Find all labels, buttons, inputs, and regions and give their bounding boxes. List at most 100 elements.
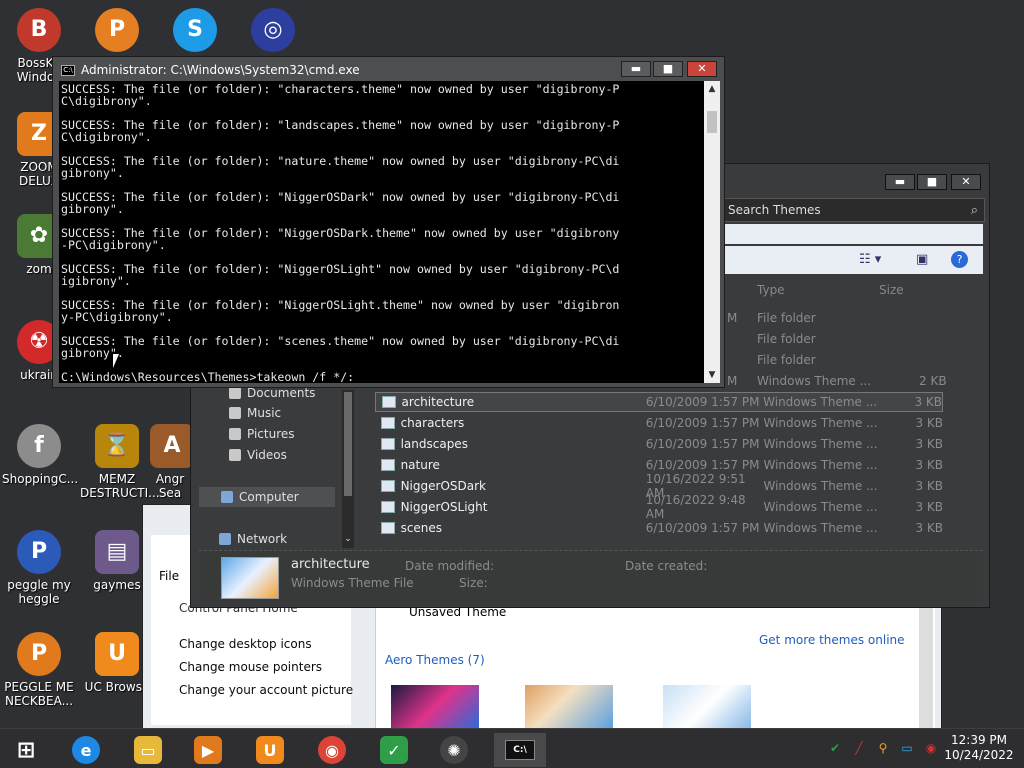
file-row-niggeroslight[interactable]: NiggerOSLight 10/16/2022 9:48 AM Windows… <box>375 493 943 521</box>
file-type: Windows Theme ... <box>763 479 878 493</box>
scroll-up-icon[interactable]: ▲ <box>704 81 720 97</box>
explorer-close-button[interactable]: ✕ <box>951 174 981 190</box>
theme-thumbnail[interactable] <box>663 685 751 729</box>
documents-icon <box>229 387 241 399</box>
file-menu[interactable]: File <box>159 569 179 583</box>
explorer-minimize-button[interactable]: ▬ <box>885 174 915 190</box>
desktop-icon-label: PEGGLE ME NECKBEA... <box>4 680 74 708</box>
cmd-console-output[interactable]: SUCCESS: The file (or folder): "characte… <box>59 81 704 383</box>
help-icon[interactable]: ? <box>951 251 968 268</box>
console-line: SUCCESS: The file (or folder): "scenes.t… <box>61 334 620 348</box>
file-size: 3 KB <box>915 437 943 451</box>
nav-documents[interactable]: Documents <box>229 386 315 400</box>
desktop-icon-label: Angr Sea <box>155 472 185 500</box>
nav-music[interactable]: Music <box>229 406 281 420</box>
details-pane: architecture Windows Theme File Date mod… <box>199 550 983 602</box>
toolbar-band <box>721 246 983 274</box>
shield-tray-icon[interactable]: ✔ <box>828 741 842 755</box>
chrome-icon: ◉ <box>318 736 346 764</box>
desktop-icon-peggle-top[interactable]: P <box>80 8 154 56</box>
desktop-icon-memz[interactable]: ⌛ MEMZ DESTRUCTI... <box>80 424 160 500</box>
theme-thumbnail[interactable] <box>525 685 613 729</box>
nav-videos[interactable]: Videos <box>229 448 287 462</box>
webcam-tray-icon[interactable]: ◉ <box>924 741 938 755</box>
taskbar-file-explorer[interactable]: ▭ <box>122 733 174 767</box>
cmd-close-button[interactable]: ✕ <box>687 61 717 77</box>
file-row-scenes[interactable]: scenes 6/10/2009 1:57 PM Windows Theme .… <box>375 518 943 538</box>
taskbar: ⊞ e ▭ ▶ U ◉ ✓ ✺ C:\ ✔ ╱ ⚲ ▭ ◉ 12:39 PM 1… <box>0 728 1024 768</box>
display-tray-icon[interactable]: ▭ <box>900 741 914 755</box>
cmd-title-bar[interactable]: C:\ Administrator: C:\Windows\System32\c… <box>61 63 360 77</box>
details-file-name: architecture <box>291 557 370 572</box>
view-options-icon[interactable]: ☷ ▾ <box>859 252 881 267</box>
console-line: C\digibrony". <box>61 130 152 144</box>
preview-pane-icon[interactable]: ▣ <box>916 252 928 267</box>
desktop-icon-skype[interactable]: S <box>158 8 232 56</box>
change-desktop-icons-link[interactable]: Change desktop icons <box>179 637 312 651</box>
console-line: SUCCESS: The file (or folder): "nature.t… <box>61 154 620 168</box>
file-row-architecture[interactable]: architecture 6/10/2009 1:57 PM Windows T… <box>375 392 943 412</box>
desktop-icon-peggle-my-heggle[interactable]: P peggle my heggle <box>2 530 76 606</box>
console-line: gibrony". <box>61 346 124 360</box>
start-button[interactable]: ⊞ <box>0 733 52 767</box>
search-input[interactable]: Search Themes ⌕ <box>721 198 985 222</box>
file-name: architecture <box>401 395 475 409</box>
scroll-down-icon[interactable]: ▼ <box>704 367 720 383</box>
search-icon[interactable]: ⌕ <box>971 203 978 218</box>
console-line: -PC\digibrony". <box>61 238 166 252</box>
taskbar-security[interactable]: ✓ <box>368 733 420 767</box>
hourglass-icon: ⌛ <box>95 424 139 468</box>
file-date: 6/10/2009 1:57 PM <box>645 521 760 535</box>
console-line: igibrony". <box>61 274 131 288</box>
taskbar-chrome[interactable]: ◉ <box>306 733 358 767</box>
console-line: C:\Windows\Resources\Themes>takeown /f *… <box>61 370 362 383</box>
clock-time: 12:39 PM <box>951 733 1007 747</box>
cmd-title: Administrator: C:\Windows\System32\cmd.e… <box>81 63 360 77</box>
theme-thumbnail[interactable] <box>391 685 479 729</box>
desktop-icon-shopping[interactable]: f ShoppingC... <box>2 424 78 486</box>
file-size: 3 KB <box>915 416 943 430</box>
peggle-icon: P <box>17 632 61 676</box>
pen-tray-icon[interactable]: ╱ <box>852 741 866 755</box>
cmd-minimize-button[interactable]: ▬ <box>621 61 651 77</box>
taskbar-cmd[interactable]: C:\ <box>494 733 546 767</box>
taskbar-ie[interactable]: e <box>60 733 112 767</box>
taskbar-media-player[interactable]: ▶ <box>182 733 234 767</box>
file-row-landscapes[interactable]: landscapes 6/10/2009 1:57 PM Windows The… <box>375 434 943 454</box>
file-name: scenes <box>400 521 443 535</box>
get-more-themes-link[interactable]: Get more themes online <box>759 633 905 647</box>
nav-pictures[interactable]: Pictures <box>229 427 295 441</box>
desktop-icon-label: peggle my heggle <box>7 578 71 606</box>
nav-network[interactable]: Network <box>219 532 287 546</box>
change-mouse-pointers-link[interactable]: Change mouse pointers <box>179 660 322 674</box>
size-label: Size: <box>459 576 488 590</box>
desktop-icon-angry[interactable]: A Angr Sea <box>150 424 190 500</box>
desktop-icon-globe[interactable]: ◎ <box>236 8 310 56</box>
file-row-characters[interactable]: characters 6/10/2009 1:57 PM Windows The… <box>375 413 943 433</box>
col-header-size[interactable]: Size <box>879 283 904 297</box>
taskbar-color-app[interactable]: ✺ <box>428 733 480 767</box>
taskbar-uc-browser[interactable]: U <box>244 733 296 767</box>
console-line: gibrony". <box>61 166 124 180</box>
theme-file-icon <box>381 438 395 450</box>
cmd-window: C:\ Administrator: C:\Windows\System32\c… <box>52 56 725 388</box>
mouse-cursor-icon <box>113 354 119 368</box>
chevron-down-icon[interactable]: ⌄ <box>342 534 354 548</box>
navigation-pane: Documents Music Pictures Videos Computer… <box>191 382 354 552</box>
scroll-thumb[interactable] <box>344 392 352 496</box>
theme-file-icon <box>381 501 395 513</box>
search-tray-icon[interactable]: ⚲ <box>876 741 890 755</box>
explorer-maximize-button[interactable]: ■ <box>917 174 947 190</box>
desktop-icon-peggle-neckbeard[interactable]: P PEGGLE ME NECKBEA... <box>2 632 76 708</box>
nav-label: Music <box>247 406 282 420</box>
cmd-scrollbar[interactable]: ▲ ▼ <box>704 81 720 383</box>
desktop-icon-label: MEMZ DESTRUCTI... <box>80 472 160 500</box>
col-header-type[interactable]: Type <box>757 283 785 297</box>
nav-scrollbar[interactable]: ⌄ <box>342 390 354 548</box>
system-clock[interactable]: 12:39 PM 10/24/2022 <box>944 733 1014 763</box>
scroll-thumb[interactable] <box>707 111 717 133</box>
cmd-maximize-button[interactable]: ■ <box>653 61 683 77</box>
file-type: Windows Theme ... <box>763 416 878 430</box>
change-account-picture-link[interactable]: Change your account picture <box>179 683 353 697</box>
nav-computer[interactable]: Computer <box>199 487 335 507</box>
